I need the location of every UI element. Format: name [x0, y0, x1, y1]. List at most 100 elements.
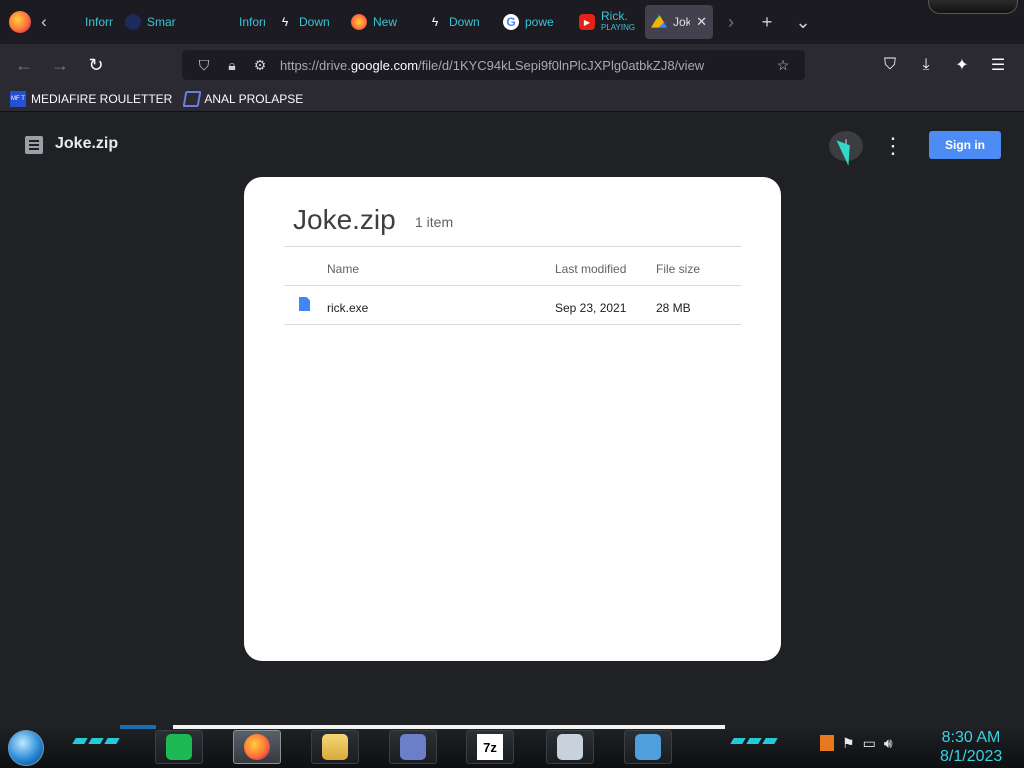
menu-icon[interactable]: ☰ [980, 55, 1016, 75]
url-domain: google.com [350, 57, 419, 73]
clock-date: 8/1/2023 [940, 748, 1003, 765]
tab-label: powe [525, 15, 554, 29]
control-panel-app[interactable] [389, 730, 437, 764]
item-count: 1 item [415, 214, 454, 230]
firefox-icon [244, 734, 270, 760]
tab-label: Inform [85, 15, 113, 29]
column-size-header[interactable]: File size [656, 262, 700, 276]
bookmarks-bar: MF T MEDIAFIRE ROULETTER ANAL PROLAPSE [0, 86, 1024, 112]
flag-icon[interactable]: ⚑ [842, 735, 855, 752]
tab-2[interactable]: Inform [211, 0, 271, 44]
new-tab-icon[interactable]: + [749, 12, 785, 33]
column-modified-header[interactable]: Last modified [555, 262, 626, 276]
table-row-modified: Sep 23, 2021 [555, 301, 627, 315]
notepad-app[interactable] [624, 730, 672, 764]
file-icon [299, 297, 310, 311]
extensions-icon[interactable]: ✦ [944, 55, 980, 75]
file-explorer-app[interactable] [311, 730, 359, 764]
url-prefix: https://drive. [280, 57, 351, 73]
url-text[interactable]: https://drive.google.com/file/d/1KYC94kL… [280, 58, 769, 73]
drive-icon [651, 14, 667, 28]
table-row-size: 28 MB [656, 301, 691, 315]
bookmark-label: MEDIAFIRE ROULETTER [31, 91, 173, 106]
close-tab-icon[interactable]: ✕ [696, 14, 707, 30]
tab-scroll-left-icon[interactable]: ‹ [31, 12, 57, 32]
back-icon[interactable]: ← [6, 55, 42, 76]
firefox-menu-icon[interactable] [9, 11, 31, 33]
url-path: /file/d/1KYC94kLSepi9f0lnPlcJXPlg0atbkZJ… [418, 57, 705, 73]
bookmark-star-icon[interactable]: ☆ [769, 57, 797, 74]
info-icon [63, 14, 79, 30]
taskbar-decoration [730, 738, 778, 748]
lock-icon[interactable]: 🔒︎ [218, 57, 246, 74]
tab-scroll-right-icon[interactable]: › [713, 12, 749, 33]
forward-icon[interactable]: → [42, 55, 78, 76]
tab-7[interactable]: ▶ Rick. PLAYING [573, 0, 645, 44]
archive-icon [25, 136, 43, 154]
clock-time: 8:30 AM [941, 729, 1001, 746]
tab-label: Rick. PLAYING [601, 11, 635, 33]
list-tabs-icon[interactable]: ⌄ [785, 12, 821, 33]
system-tray: ⚑ ▭ 🔊︎ [820, 735, 893, 752]
tab-0[interactable]: Inform [57, 0, 119, 44]
google-icon: G [503, 14, 519, 30]
firefox-icon [351, 14, 367, 30]
folder-icon [322, 734, 348, 760]
clock[interactable]: 8:30 AM 8/1/2023 [940, 728, 1002, 766]
url-bar[interactable]: ⛉ 🔒︎ ⚙ https://drive.google.com/file/d/1… [182, 50, 805, 80]
mediafire-icon: MF T [10, 90, 26, 107]
tab-4[interactable]: New [345, 0, 421, 44]
tab-3[interactable]: ϟ Down [271, 0, 345, 44]
bookmark-second[interactable]: ANAL PROLAPSE [182, 90, 304, 107]
taskbar-decoration [72, 738, 120, 748]
taskbar: 7z ⚑ ▭ 🔊︎ 8:30 AM 8/1/2023 [0, 725, 1024, 768]
youtube-icon: ▶ [579, 14, 595, 30]
viewer-title: Joke.zip [55, 135, 119, 152]
downloads-icon[interactable]: ⤓ [908, 56, 944, 74]
nav-bar: ← → ↻ ⛉ 🔒︎ ⚙ https://drive.google.com/fi… [0, 44, 1024, 86]
zip-contents-card: Joke.zip 1 item Name Last modified File … [244, 177, 781, 661]
tab-label: Smar [147, 15, 176, 29]
tab-6[interactable]: G powe [497, 0, 573, 44]
7zip-icon: 7z [477, 734, 503, 760]
screen: { "browser": { "tabs": [ {"label": "Info… [0, 0, 1024, 768]
volume-icon[interactable]: 🔊︎ [884, 735, 893, 752]
lightning-icon: ϟ [281, 15, 289, 29]
tab-5[interactable]: ϟ Down [421, 0, 497, 44]
taskbar-accent [120, 725, 156, 729]
network-icon[interactable]: ▭ [863, 735, 876, 752]
divider [284, 246, 741, 247]
playing-label: PLAYING [601, 23, 635, 32]
table-row-name[interactable]: rick.exe [327, 301, 368, 315]
tab-bar: ‹ Inform Smar Inform ϟ Down New ϟ Down G… [0, 0, 1024, 44]
more-options-icon[interactable]: ⋮ [880, 133, 906, 159]
pocket-icon[interactable]: ⛉ [872, 56, 908, 74]
7zip-app[interactable]: 7z [466, 730, 514, 764]
sign-in-button[interactable]: Sign in [929, 131, 1001, 159]
shield-icon[interactable]: ⛉ [190, 57, 218, 74]
divider [284, 324, 741, 325]
taskbar-strip [173, 725, 725, 729]
toolbar-right: ⛉ ⤓ ✦ ☰ [872, 44, 1016, 86]
spotify-app[interactable] [155, 730, 203, 764]
tab-active[interactable]: Jok ✕ [645, 5, 713, 39]
start-button[interactable] [8, 730, 44, 766]
firefox-app[interactable] [233, 730, 281, 764]
bookmark-icon [182, 90, 202, 107]
lightning-icon: ϟ [431, 15, 439, 29]
tab-label: Jok [673, 15, 691, 29]
tab-label: New [373, 15, 398, 29]
info-icon [217, 14, 233, 30]
app-tray-icon[interactable] [820, 735, 834, 751]
drive-viewer: Joke.zip ⤓ ⋮ Sign in Joke.zip 1 item Nam… [0, 113, 1024, 725]
reload-icon[interactable]: ↻ [78, 55, 114, 76]
bookmark-mediafire[interactable]: MF T MEDIAFIRE ROULETTER [10, 90, 173, 107]
permissions-icon[interactable]: ⚙ [246, 57, 274, 74]
tab-1[interactable]: Smar [119, 0, 211, 44]
card-title: Joke.zip [293, 204, 396, 235]
window-decoration [928, 0, 1018, 14]
column-name-header[interactable]: Name [327, 262, 359, 276]
bookmark-label: ANAL PROLAPSE [204, 91, 304, 106]
smart-icon [125, 14, 141, 30]
monitor-app[interactable] [546, 730, 594, 764]
